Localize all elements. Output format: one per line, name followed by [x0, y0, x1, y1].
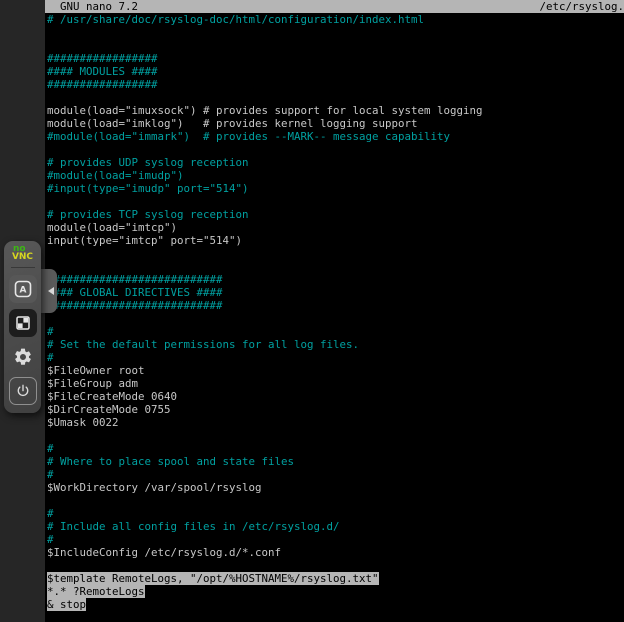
terminal-line: # — [47, 442, 624, 455]
terminal-line — [47, 39, 624, 52]
terminal-line: # Include all config files in /etc/rsysl… — [47, 520, 624, 533]
terminal-line — [47, 26, 624, 39]
terminal-line: # — [47, 351, 624, 364]
keyboard-button[interactable]: A — [9, 275, 37, 303]
terminal-line: module(load="imtcp") — [47, 221, 624, 234]
terminal-screen[interactable]: # /usr/share/doc/rsyslog-doc/html/config… — [47, 13, 624, 622]
terminal-line — [47, 143, 624, 156]
power-icon — [15, 383, 31, 399]
terminal-line: # Where to place spool and state files — [47, 455, 624, 468]
terminal-line: $FileGroup adm — [47, 377, 624, 390]
terminal-line — [47, 195, 624, 208]
terminal-line: ########################### — [47, 299, 624, 312]
terminal-line — [47, 247, 624, 260]
fullscreen-icon — [15, 315, 31, 331]
terminal-line: ################# — [47, 78, 624, 91]
nano-version-label: GNU nano 7.2 — [60, 0, 138, 13]
nano-filename-label: /etc/rsyslog. — [539, 0, 624, 13]
terminal-line: # provides UDP syslog reception — [47, 156, 624, 169]
terminal-line: input(type="imtcp" port="514") — [47, 234, 624, 247]
terminal-line: $DirCreateMode 0755 — [47, 403, 624, 416]
panel-divider — [11, 267, 35, 268]
svg-text:A: A — [19, 285, 26, 295]
disconnect-button[interactable] — [9, 377, 37, 405]
terminal-line: # — [47, 325, 624, 338]
gear-icon — [13, 347, 33, 367]
terminal-line: # — [47, 507, 624, 520]
terminal-line — [47, 260, 624, 273]
fullscreen-button[interactable] — [9, 309, 37, 337]
terminal-line: # — [47, 533, 624, 546]
terminal-line: $template RemoteLogs, "/opt/%HOSTNAME%/r… — [47, 572, 624, 585]
chevron-left-icon — [48, 287, 54, 295]
terminal-line: $FileCreateMode 0640 — [47, 390, 624, 403]
terminal-window: GNU nano 7.2 /etc/rsyslog. # /usr/share/… — [45, 0, 624, 622]
terminal-line: #### MODULES #### — [47, 65, 624, 78]
terminal-line: #module(load="immark") # provides --MARK… — [47, 130, 624, 143]
novnc-logo-line2: VNC — [12, 254, 33, 262]
nano-titlebar: GNU nano 7.2 /etc/rsyslog. — [45, 0, 624, 13]
terminal-line: module(load="imuxsock") # provides suppo… — [47, 104, 624, 117]
terminal-line: $WorkDirectory /var/spool/rsyslog — [47, 481, 624, 494]
terminal-line: # Set the default permissions for all lo… — [47, 338, 624, 351]
terminal-line: #module(load="imudp") — [47, 169, 624, 182]
terminal-line — [47, 429, 624, 442]
terminal-line: *.* ?RemoteLogs — [47, 585, 624, 598]
terminal-line: # provides TCP syslog reception — [47, 208, 624, 221]
terminal-line: & stop — [47, 598, 624, 611]
terminal-line: #### GLOBAL DIRECTIVES #### — [47, 286, 624, 299]
terminal-line: module(load="imklog") # provides kernel … — [47, 117, 624, 130]
terminal-line: #input(type="imudp" port="514") — [47, 182, 624, 195]
terminal-line: ################# — [47, 52, 624, 65]
terminal-line — [47, 91, 624, 104]
terminal-line: ########################### — [47, 273, 624, 286]
terminal-line — [47, 559, 624, 572]
terminal-line: $IncludeConfig /etc/rsyslog.d/*.conf — [47, 546, 624, 559]
terminal-line: # — [47, 468, 624, 481]
novnc-logo: no VNC — [12, 246, 33, 261]
terminal-line: $FileOwner root — [47, 364, 624, 377]
panel-collapse-handle[interactable] — [41, 269, 57, 313]
settings-button[interactable] — [9, 343, 37, 371]
terminal-line: $Umask 0022 — [47, 416, 624, 429]
keyboard-icon: A — [14, 280, 32, 298]
terminal-line — [47, 312, 624, 325]
terminal-line: # /usr/share/doc/rsyslog-doc/html/config… — [47, 13, 624, 26]
terminal-line — [47, 494, 624, 507]
vnc-desktop: GNU nano 7.2 /etc/rsyslog. # /usr/share/… — [0, 0, 624, 622]
vnc-control-panel: no VNC A — [4, 241, 41, 413]
